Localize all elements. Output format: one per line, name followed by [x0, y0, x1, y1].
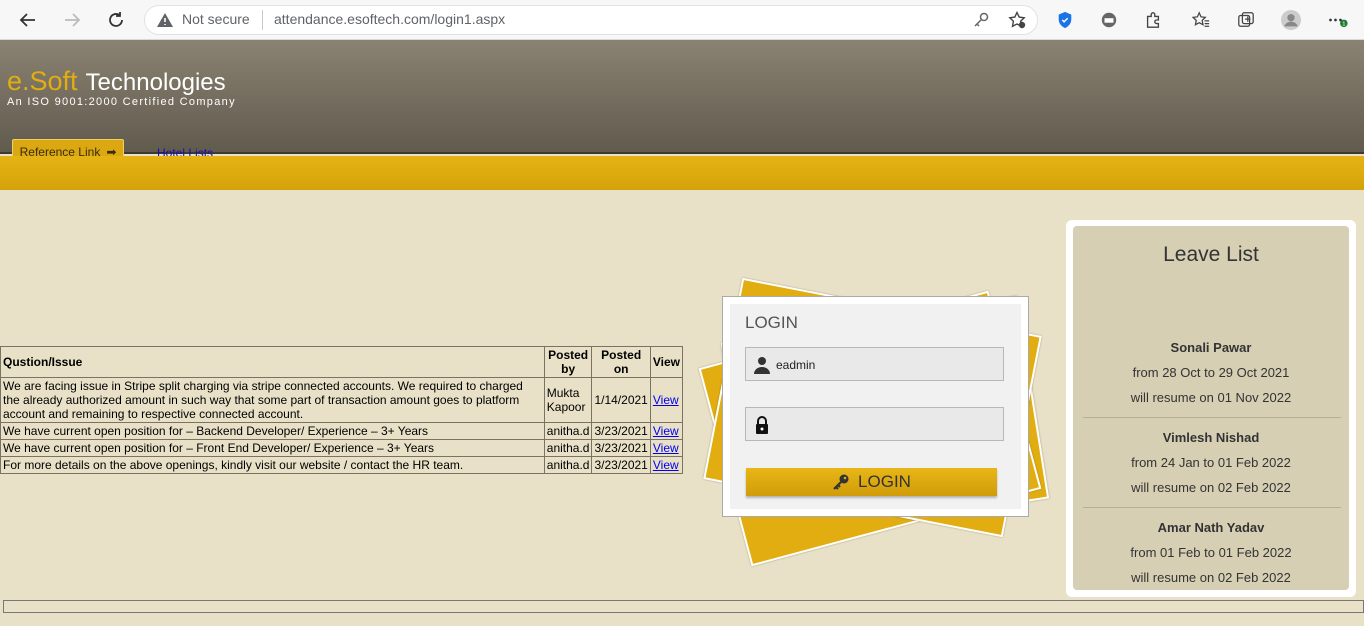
brand-tagline: An ISO 9001:2000 Certified Company — [7, 96, 236, 108]
column-header-question: Qustion/Issue — [0, 346, 545, 378]
puzzle-icon[interactable] — [1143, 10, 1163, 30]
browser-toolbar: Not secure attendance.esoftech.com/login… — [0, 0, 1364, 40]
question-cell: For more details on the above openings, … — [0, 456, 545, 474]
column-header-posted-on: Posted on — [591, 346, 651, 378]
issues-table: Qustion/Issue Posted by Posted on View W… — [0, 346, 684, 474]
username-value: eadmin — [776, 358, 816, 372]
not-secure-label[interactable]: Not secure — [182, 11, 250, 27]
posted-on-cell: 1/14/2021 — [591, 377, 651, 423]
svg-text:1: 1 — [1342, 21, 1345, 27]
warning-icon[interactable] — [156, 11, 174, 29]
leave-entry: Sonali Pawar from 28 Oct to 29 Oct 2021 … — [1073, 340, 1349, 415]
header-band — [0, 156, 1364, 190]
employee-name: Sonali Pawar — [1170, 340, 1252, 355]
leave-range: from 01 Feb to 01 Feb 2022 — [1130, 545, 1292, 560]
user-icon — [754, 357, 770, 374]
question-cell: We are facing issue in Stripe split char… — [0, 377, 545, 423]
horizontal-scrollbar[interactable] — [3, 600, 1364, 613]
table-header-row: Qustion/Issue Posted by Posted on View — [0, 346, 684, 378]
more-icon[interactable]: 1 — [1328, 10, 1348, 30]
resume-date: will resume on 01 Nov 2022 — [1130, 390, 1292, 405]
table-row: We have current open position for – Back… — [0, 422, 684, 440]
posted-on-cell: 3/23/2021 — [591, 422, 651, 440]
resume-date: will resume on 02 Feb 2022 — [1131, 570, 1291, 585]
key-icon — [833, 474, 849, 490]
view-cell: View — [649, 377, 684, 423]
posted-by-cell: anitha.d — [543, 439, 593, 457]
profile-icon[interactable] — [1281, 10, 1301, 30]
employee-name: Amar Nath Yadav — [1157, 520, 1265, 535]
brand-logo: e.Soft Technologies — [7, 66, 226, 96]
leave-range: from 24 Jan to 01 Feb 2022 — [1131, 455, 1291, 470]
view-cell: View — [649, 456, 684, 474]
question-cell: We have current open position for – Back… — [0, 422, 545, 440]
lock-icon — [756, 416, 768, 434]
posted-on-cell: 3/23/2021 — [591, 456, 651, 474]
divider — [1083, 417, 1341, 418]
favorites-icon[interactable] — [1191, 10, 1211, 30]
url-text[interactable]: attendance.esoftech.com/login1.aspx — [274, 11, 505, 27]
login-button[interactable]: LOGIN — [746, 468, 997, 496]
address-divider — [262, 10, 263, 30]
view-link[interactable]: View — [653, 393, 679, 407]
leave-list-card: Leave List Sonali Pawar from 28 Oct to 2… — [1066, 220, 1356, 597]
view-link[interactable]: View — [653, 424, 679, 438]
table-row: We have current open position for – Fron… — [0, 439, 684, 457]
resume-date: will resume on 02 Feb 2022 — [1131, 480, 1291, 495]
leave-list-panel[interactable]: Leave List Sonali Pawar from 28 Oct to 2… — [1073, 226, 1349, 590]
posted-by-cell: Mukta Kapoor — [543, 377, 593, 423]
posted-on-cell: 3/23/2021 — [591, 439, 651, 457]
leave-entry: Vimlesh Nishad from 24 Jan to 01 Feb 202… — [1073, 430, 1349, 505]
leave-entry: Amar Nath Yadav from 01 Feb to 01 Feb 20… — [1073, 520, 1349, 590]
leave-range: from 28 Oct to 29 Oct 2021 — [1132, 365, 1290, 380]
leave-list-title: Leave List — [1163, 243, 1259, 266]
question-cell: We have current open position for – Fron… — [0, 439, 545, 457]
view-cell: View — [649, 439, 684, 457]
table-row: For more details on the above openings, … — [0, 456, 684, 474]
login-title: LOGIN — [745, 313, 798, 332]
shield-icon[interactable] — [1055, 10, 1075, 30]
posted-by-cell: anitha.d — [543, 456, 593, 474]
extension-icon[interactable] — [1099, 10, 1119, 30]
password-field[interactable] — [745, 407, 1004, 441]
username-field[interactable]: eadmin — [745, 347, 1004, 381]
forward-icon[interactable] — [60, 8, 84, 32]
star-add-icon[interactable] — [1008, 11, 1026, 29]
view-link[interactable]: View — [653, 458, 679, 472]
table-row: We are facing issue in Stripe split char… — [0, 377, 684, 423]
login-button-label: LOGIN — [858, 472, 911, 491]
back-icon[interactable] — [16, 8, 40, 32]
employee-name: Vimlesh Nishad — [1162, 430, 1260, 445]
key-icon[interactable] — [972, 11, 990, 29]
collections-icon[interactable] — [1236, 10, 1256, 30]
reload-icon[interactable] — [104, 8, 128, 32]
divider — [1083, 507, 1341, 508]
view-link[interactable]: View — [653, 441, 679, 455]
column-header-view: View — [649, 346, 684, 378]
posted-by-cell: anitha.d — [543, 422, 593, 440]
column-header-posted-by: Posted by — [543, 346, 593, 378]
view-cell: View — [649, 422, 684, 440]
